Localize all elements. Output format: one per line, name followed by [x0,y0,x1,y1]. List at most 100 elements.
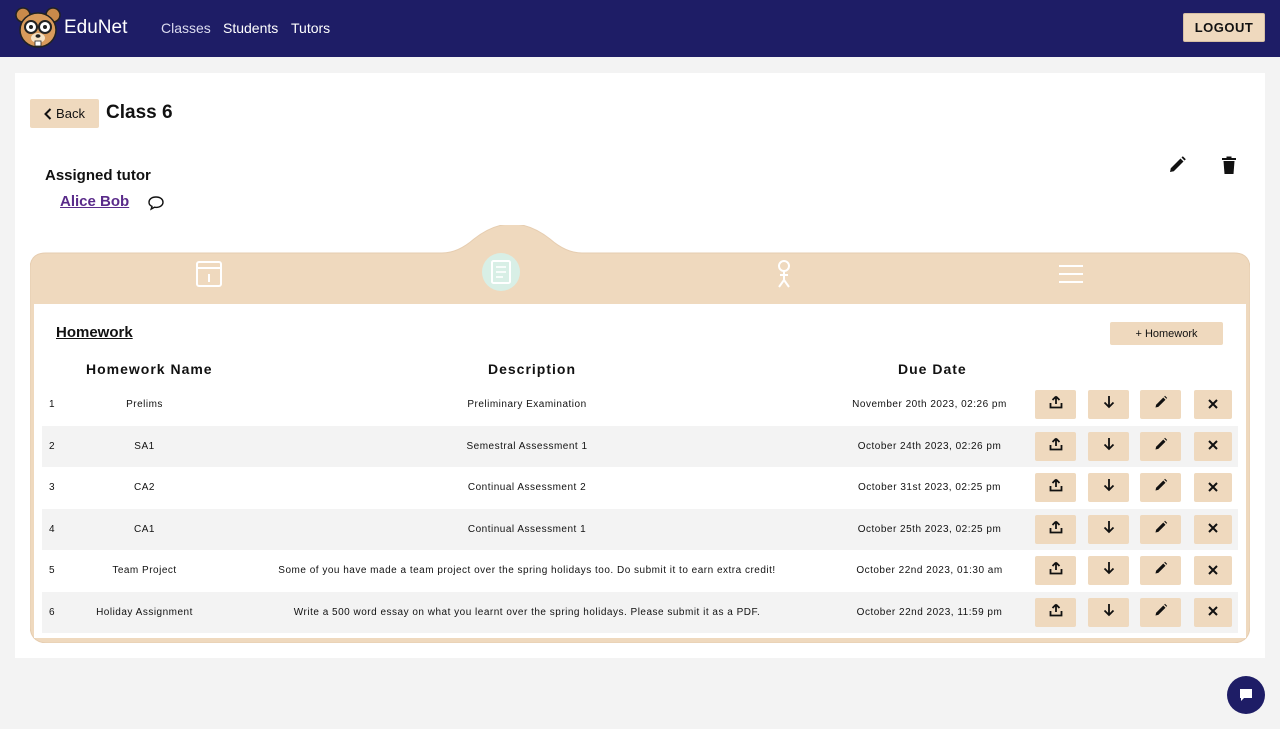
edit-homework-button[interactable] [1140,390,1181,419]
back-label: Back [56,106,85,121]
edit-homework-button[interactable] [1140,597,1181,627]
table-row: 5 Team Project Some of you have made a tea… [42,550,1238,592]
table-row: 6 Holiday Assignment Write a 500 word essa… [42,591,1238,633]
homework-name: Holiday Assignment [96,606,193,618]
upload-icon [1049,437,1063,456]
close-icon [1208,437,1218,455]
close-icon [1208,520,1218,538]
homework-description: Preliminary Examination [467,399,587,411]
logout-button[interactable]: LOGOUT [1183,13,1265,42]
homework-description: Continual Assessment 1 [467,523,587,535]
close-icon [1208,479,1218,497]
tab-subjects-icon[interactable] [194,259,224,289]
edit-homework-button[interactable] [1140,431,1181,461]
homework-title: Homework [56,324,133,341]
upload-button[interactable] [1035,556,1076,585]
upload-button[interactable] [1035,390,1076,419]
table-row: 2 SA1 Semestral Assessment 1 October 24th 2… [42,425,1238,467]
homework-name: CA1 [134,523,155,535]
chat-fab-button[interactable] [1227,676,1265,714]
close-icon [1208,562,1218,580]
tab-homework-icon[interactable] [481,252,521,292]
upload-button[interactable] [1035,473,1076,502]
upload-icon [1049,561,1063,580]
trash-icon[interactable] [1219,155,1239,175]
download-button[interactable] [1088,597,1129,627]
tab-list-icon[interactable] [1056,259,1086,289]
pencil-icon [1154,603,1168,622]
page-title: Class 6 [106,102,173,123]
nav-tutors[interactable]: Tutors [291,20,330,36]
header-due-date: Due Date [898,361,967,377]
homework-description: Continual Assessment 2 [467,482,587,494]
homework-section: Homework + Homework Homework Name Descri… [34,304,1246,638]
homework-description: Some of you have made a team project ove… [278,565,776,577]
brand-name: EduNet [64,17,128,38]
upload-icon [1049,603,1063,622]
upload-button[interactable] [1035,597,1076,627]
download-icon [1103,520,1115,539]
tutor-name-link[interactable]: Alice Bob [60,193,129,210]
pencil-icon [1154,561,1168,580]
homework-due-date: October 31st 2023, 02:25 pm [857,482,1002,494]
homework-due-date: November 20th 2023, 02:26 pm [852,399,1007,411]
homework-name: Team Project [112,565,177,577]
tutor-heading: Assigned tutor [45,167,151,184]
homework-description: Semestral Assessment 1 [466,440,588,452]
delete-homework-button[interactable] [1194,473,1232,502]
download-icon [1103,561,1115,580]
table-row: 1 Prelims Preliminary Examination November … [42,384,1238,426]
bear-logo-icon[interactable] [14,4,62,52]
homework-table: 1 Prelims Preliminary Examination November … [42,384,1238,633]
download-button[interactable] [1088,514,1129,544]
edit-homework-button[interactable] [1140,514,1181,544]
chat-bubble-icon[interactable] [147,194,165,212]
homework-due-date: October 24th 2023, 02:26 pm [857,440,1002,452]
delete-homework-button[interactable] [1194,514,1232,544]
table-row: 4 CA1 Continual Assessment 1 October 25th 2… [42,508,1238,550]
navbar: EduNet Classes Students Tutors LOGOUT [0,0,1280,57]
close-icon [1208,396,1218,414]
nav-classes[interactable]: Classes [161,20,211,36]
header-description: Description [488,361,577,377]
upload-icon [1049,395,1063,414]
tab-person-icon[interactable] [769,259,799,289]
download-icon [1103,478,1115,497]
upload-icon [1049,478,1063,497]
delete-homework-button[interactable] [1194,431,1232,461]
edit-class-icon[interactable] [1167,155,1187,175]
homework-name: CA2 [134,482,155,494]
download-button[interactable] [1088,431,1129,461]
pencil-icon [1154,520,1168,539]
nav-students[interactable]: Students [223,20,278,36]
delete-homework-button[interactable] [1194,390,1232,419]
delete-homework-button[interactable] [1194,597,1232,627]
upload-button[interactable] [1035,431,1076,461]
homework-description: Write a 500 word essay on what you learn… [293,606,761,618]
homework-name: Prelims [126,399,163,411]
upload-button[interactable] [1035,514,1076,544]
edit-homework-button[interactable] [1140,556,1181,585]
pencil-icon [1154,437,1168,456]
add-homework-button[interactable]: + Homework [1110,322,1223,345]
download-button[interactable] [1088,473,1129,502]
download-icon [1103,603,1115,622]
homework-name: SA1 [134,440,155,452]
message-icon [1240,689,1252,701]
download-button[interactable] [1088,556,1129,585]
table-row: 3 CA2 Continual Assessment 2 October 31st 2… [42,467,1238,509]
back-button[interactable]: Back [30,99,99,128]
header-homework-name: Homework Name [86,361,213,377]
pencil-icon [1154,395,1168,414]
chevron-left-icon [44,107,52,120]
delete-homework-button[interactable] [1194,556,1232,585]
upload-icon [1049,520,1063,539]
download-button[interactable] [1088,390,1129,419]
class-detail-panel: Back Class 6 Assigned tutor Alice Bob Ho… [15,73,1265,658]
pencil-icon [1154,478,1168,497]
close-icon [1208,603,1218,621]
edit-homework-button[interactable] [1140,473,1181,502]
download-icon [1103,437,1115,456]
homework-due-date: October 22nd 2023, 11:59 pm [856,606,1003,618]
download-icon [1103,395,1115,414]
